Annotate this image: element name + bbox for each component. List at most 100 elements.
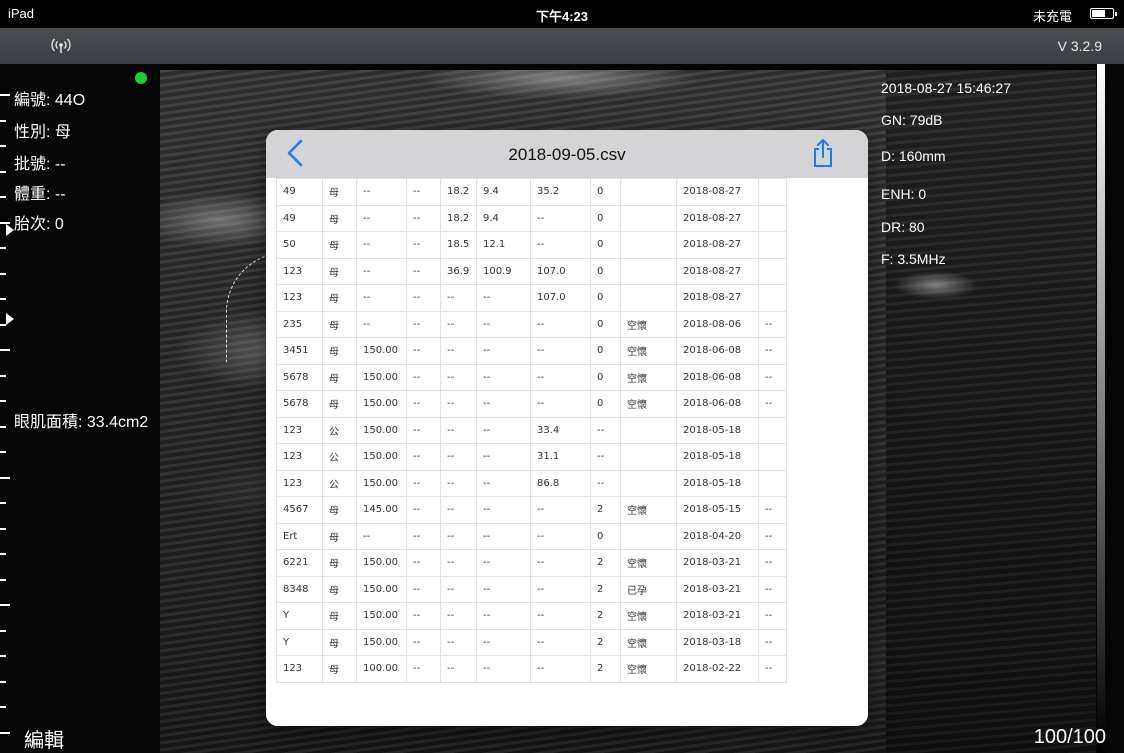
table-cell: -- <box>440 416 477 444</box>
table-cell: -- <box>406 575 441 603</box>
table-cell: -- <box>406 257 441 285</box>
csv-viewer-modal: 2018-09-05.csv 49 母 -- -- 18.2 9.4 35.2 0 2018-0… <box>266 130 868 726</box>
table-row[interactable]: 8348 母 150.00 -- -- -- -- 2 已孕 2018-03-21 -- <box>276 575 787 603</box>
table-row[interactable]: 6221 母 150.00 -- -- -- -- 2 空懷 2018-03-21 -- <box>276 549 787 577</box>
ruler-tick <box>0 400 6 402</box>
table-cell: -- <box>406 337 441 365</box>
table-cell: -- <box>476 602 531 630</box>
table-cell: 母 <box>322 575 357 603</box>
table-cell: -- <box>406 628 441 656</box>
table-cell: -- <box>590 443 621 471</box>
table-cell: -- <box>758 363 787 391</box>
table-row[interactable]: 3451 母 150.00 -- -- -- -- 0 空懷 2018-06-08 -- <box>276 337 787 365</box>
table-cell: 0 <box>590 337 621 365</box>
side-panel-handle[interactable]: 〈 <box>1108 380 1124 424</box>
table-row[interactable]: 123 公 150.00 -- -- -- 33.4 -- 2018-05-18 <box>276 416 787 444</box>
table-row[interactable]: 49 母 -- -- 18.2 9.4 35.2 0 2018-08-27 <box>276 178 787 206</box>
frame-counter: 100/100 <box>1033 726 1106 748</box>
table-row[interactable]: 50 母 -- -- 18.5 12.1 -- 0 2018-08-27 <box>276 231 787 259</box>
table-cell: -- <box>476 496 531 524</box>
table-cell: 2018-08-27 <box>676 284 759 312</box>
table-cell: 公 <box>322 443 357 471</box>
table-row[interactable]: 123 母 -- -- -- -- 107.0 0 2018-08-27 <box>276 284 787 312</box>
table-cell: Y <box>276 602 323 630</box>
table-row[interactable]: 123 母 -- -- 36.9 100.9 107.0 0 2018-08-27 <box>276 257 787 285</box>
table-cell: -- <box>440 602 477 630</box>
table-cell: 123 <box>276 257 323 285</box>
table-cell: 0 <box>590 390 621 418</box>
table-cell: -- <box>406 602 441 630</box>
table-cell: 公 <box>322 469 357 497</box>
table-cell: 100.00 <box>356 655 407 683</box>
dynamic-range-value: DR: 80 <box>881 219 925 235</box>
table-cell <box>758 469 787 497</box>
table-cell: 123 <box>276 284 323 312</box>
table-cell: 5678 <box>276 363 323 391</box>
table-cell: Y <box>276 628 323 656</box>
table-row[interactable]: 123 母 100.00 -- -- -- -- 2 空懷 2018-02-22 -- <box>276 655 787 683</box>
table-cell: 5678 <box>276 390 323 418</box>
edit-button[interactable]: 編輯 <box>24 724 64 753</box>
table-row[interactable]: Y 母 150.00 -- -- -- -- 2 空懷 2018-03-21 -- <box>276 602 787 630</box>
depth-value: D: 160mm <box>881 148 946 164</box>
table-cell: 母 <box>322 628 357 656</box>
table-cell: 2018-03-18 <box>676 628 759 656</box>
table-cell: 123 <box>276 443 323 471</box>
ruler-tick <box>0 731 10 734</box>
table-row[interactable]: 123 公 150.00 -- -- -- 31.1 -- 2018-05-18 <box>276 443 787 471</box>
status-bar: iPad 下午4:23 未充電 <box>0 0 1124 28</box>
table-cell: 0 <box>590 522 621 550</box>
table-cell: 2018-06-08 <box>676 390 759 418</box>
table-cell: 2018-05-18 <box>676 469 759 497</box>
table-cell: -- <box>476 522 531 550</box>
table-cell: 母 <box>322 363 357 391</box>
table-cell: 2018-02-22 <box>676 655 759 683</box>
table-row[interactable]: 49 母 -- -- 18.2 9.4 -- 0 2018-08-27 <box>276 204 787 232</box>
table-cell: -- <box>406 310 441 338</box>
table-row[interactable]: 5678 母 150.00 -- -- -- -- 0 空懷 2018-06-08 -- <box>276 390 787 418</box>
share-icon[interactable] <box>810 138 836 168</box>
animal-weight: 體重: -- <box>14 186 66 203</box>
ruler-tick <box>0 502 6 504</box>
table-cell: 33.4 <box>530 416 591 444</box>
gray-scale-bar <box>1097 64 1105 753</box>
table-cell: 18.5 <box>440 231 477 259</box>
table-cell: -- <box>476 390 531 418</box>
table-cell: 空懷 <box>620 337 677 365</box>
table-cell: 12.1 <box>476 231 531 259</box>
table-cell <box>620 257 677 285</box>
table-cell: -- <box>758 496 787 524</box>
table-cell: 2 <box>590 575 621 603</box>
table-cell: -- <box>440 496 477 524</box>
table-cell: 空懷 <box>620 496 677 524</box>
ruler-tick <box>0 298 6 300</box>
table-cell: -- <box>356 178 407 206</box>
table-cell <box>620 178 677 206</box>
scan-datetime: 2018-08-27 15:46:27 <box>881 80 1011 96</box>
csv-table-container[interactable]: 49 母 -- -- 18.2 9.4 35.2 0 2018-08-27 49 母 -- -- 18.2… <box>266 178 868 726</box>
table-cell: 2018-08-27 <box>676 178 759 206</box>
table-cell: 母 <box>322 390 357 418</box>
table-cell: 150.00 <box>356 363 407 391</box>
table-cell: -- <box>530 522 591 550</box>
table-row[interactable]: 235 母 -- -- -- -- -- 0 空懷 2018-08-06 -- <box>276 310 787 338</box>
table-cell: 2 <box>590 655 621 683</box>
table-cell: 2018-08-27 <box>676 204 759 232</box>
table-row[interactable]: Y 母 150.00 -- -- -- -- 2 空懷 2018-03-18 -- <box>276 628 787 656</box>
ruler-tick <box>0 604 10 606</box>
ruler-tick <box>0 145 6 147</box>
table-cell: -- <box>440 628 477 656</box>
table-cell: -- <box>476 310 531 338</box>
table-cell <box>758 284 787 312</box>
table-cell: -- <box>530 496 591 524</box>
table-row[interactable]: 4567 母 145.00 -- -- -- -- 2 空懷 2018-05-15 -- <box>276 496 787 524</box>
table-cell: 母 <box>322 257 357 285</box>
table-cell: -- <box>356 231 407 259</box>
table-cell: 3451 <box>276 337 323 365</box>
wireless-signal-icon[interactable] <box>50 38 72 54</box>
table-cell <box>758 257 787 285</box>
table-row[interactable]: Ert 母 -- -- -- -- -- 0 2018-04-20 -- <box>276 522 787 550</box>
table-row[interactable]: 5678 母 150.00 -- -- -- -- 0 空懷 2018-06-08 -- <box>276 363 787 391</box>
ruler-tick <box>0 527 6 530</box>
table-row[interactable]: 123 公 150.00 -- -- -- 86.8 -- 2018-05-18 <box>276 469 787 497</box>
